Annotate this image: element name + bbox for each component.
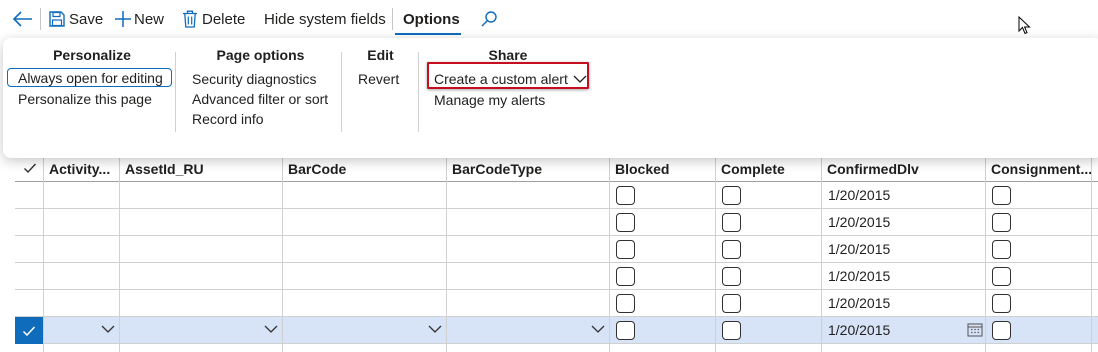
column-divider [282,155,283,352]
column-header-activity[interactable]: Activity... [44,155,119,182]
column-divider [119,155,120,352]
complete-checkbox[interactable] [722,240,741,259]
toolbar-divider [392,8,393,30]
chevron-down-icon[interactable] [428,324,442,334]
confirmed-dlv-value: 1/20/2015 [828,187,891,203]
row-selector[interactable] [15,317,43,344]
complete-checkbox[interactable] [722,213,741,232]
group-title-edit: Edit [367,47,394,63]
group-divider [341,52,342,132]
delete-button[interactable]: Delete [182,9,245,29]
search-button[interactable] [480,9,498,29]
hide-system-fields-label: Hide system fields [264,10,386,28]
table-row[interactable]: 1/20/2015 [15,182,1098,209]
complete-checkbox[interactable] [722,186,741,205]
search-icon [481,11,497,27]
group-title-share: Share [488,47,528,63]
column-divider [43,155,44,352]
column-header-assetid-ru[interactable]: AssetId_RU [120,155,282,182]
consignment-checkbox[interactable] [992,240,1011,259]
confirmed-dlv-value: 1/20/2015 [828,268,891,284]
data-grid: Activity... AssetId_RU BarCode BarCodeTy… [15,155,1098,352]
table-row[interactable]: 1/20/2015 [15,209,1098,236]
consignment-checkbox[interactable] [992,321,1011,340]
save-button[interactable]: Save [48,9,103,29]
new-label: New [134,10,165,28]
blocked-checkbox[interactable] [616,321,635,340]
tab-options[interactable]: Options [403,9,460,29]
mouse-cursor-icon [1018,16,1031,35]
security-diagnostics-item[interactable]: Security diagnostics [192,71,317,87]
column-divider [1091,155,1092,352]
advanced-filter-sort-item[interactable]: Advanced filter or sort [192,91,328,107]
delete-label: Delete [202,10,246,28]
chevron-down-icon[interactable] [101,324,115,334]
table-row[interactable]: 1/20/2015 [15,263,1098,290]
group-title-personalize: Personalize [53,47,131,63]
blocked-checkbox[interactable] [616,294,635,313]
chevron-down-icon[interactable] [591,324,605,334]
complete-checkbox[interactable] [722,321,741,340]
blocked-checkbox[interactable] [616,213,635,232]
column-header-blocked[interactable]: Blocked [610,155,715,182]
manage-my-alerts-item[interactable]: Manage my alerts [434,92,545,108]
column-divider [446,155,447,352]
always-open-for-editing-item[interactable]: Always open for editing [18,70,163,86]
group-title-page-options: Page options [216,47,305,63]
consignment-checkbox[interactable] [992,267,1011,286]
table-row-selected[interactable]: 1/20/2015 [15,317,1098,344]
blocked-checkbox[interactable] [616,267,635,286]
column-header-barcodetype[interactable]: BarCodeType [447,155,609,182]
consignment-checkbox[interactable] [992,213,1011,232]
chevron-down-icon[interactable] [264,324,278,334]
back-button[interactable] [12,9,34,29]
complete-checkbox[interactable] [722,267,741,286]
column-header-barcode[interactable]: BarCode [283,155,446,182]
confirmed-dlv-value: 1/20/2015 [828,241,891,257]
action-pane-toolbar: Save New Delete Hide system fields Optio… [0,0,1098,38]
options-tab-label: Options [403,10,460,28]
column-divider [715,155,716,352]
blocked-checkbox[interactable] [616,186,635,205]
checkmark-icon [22,326,36,337]
consignment-checkbox[interactable] [992,186,1011,205]
complete-checkbox[interactable] [722,294,741,313]
new-button[interactable]: New [114,9,164,29]
revert-item[interactable]: Revert [358,71,399,87]
back-arrow-icon [12,11,32,27]
consignment-checkbox[interactable] [992,294,1011,313]
blocked-checkbox[interactable] [616,240,635,259]
toolbar-divider [40,8,41,30]
column-divider [609,155,610,352]
plus-icon [115,11,131,27]
grid-header: Activity... AssetId_RU BarCode BarCodeTy… [15,155,1098,182]
calendar-icon[interactable] [967,322,983,337]
group-divider [418,52,419,132]
table-row[interactable]: 1/20/2015 [15,236,1098,263]
active-tab-indicator [395,33,461,35]
save-label: Save [69,10,104,28]
confirmed-dlv-value: 1/20/2015 [828,322,891,338]
save-icon [49,11,65,27]
personalize-this-page-item[interactable]: Personalize this page [18,91,152,107]
confirmed-dlv-value: 1/20/2015 [828,295,891,311]
table-row[interactable]: 1/20/2015 [15,290,1098,317]
group-divider [175,52,176,132]
hide-system-fields-button[interactable]: Hide system fields [264,9,386,29]
column-header-complete[interactable]: Complete [716,155,821,182]
checkmark-icon [24,163,37,174]
column-divider [985,155,986,352]
record-info-item[interactable]: Record info [192,111,264,127]
confirmed-dlv-value: 1/20/2015 [828,214,891,230]
column-header-consignment[interactable]: Consignment... [986,155,1091,182]
trash-icon [183,10,197,28]
column-divider [821,155,822,352]
select-all-header[interactable] [15,155,43,182]
options-flyout-menu: Personalize Always open for editing Pers… [3,38,1098,158]
highlight-box [427,62,589,89]
column-header-confirmeddlv[interactable]: ConfirmedDlv [822,155,985,182]
